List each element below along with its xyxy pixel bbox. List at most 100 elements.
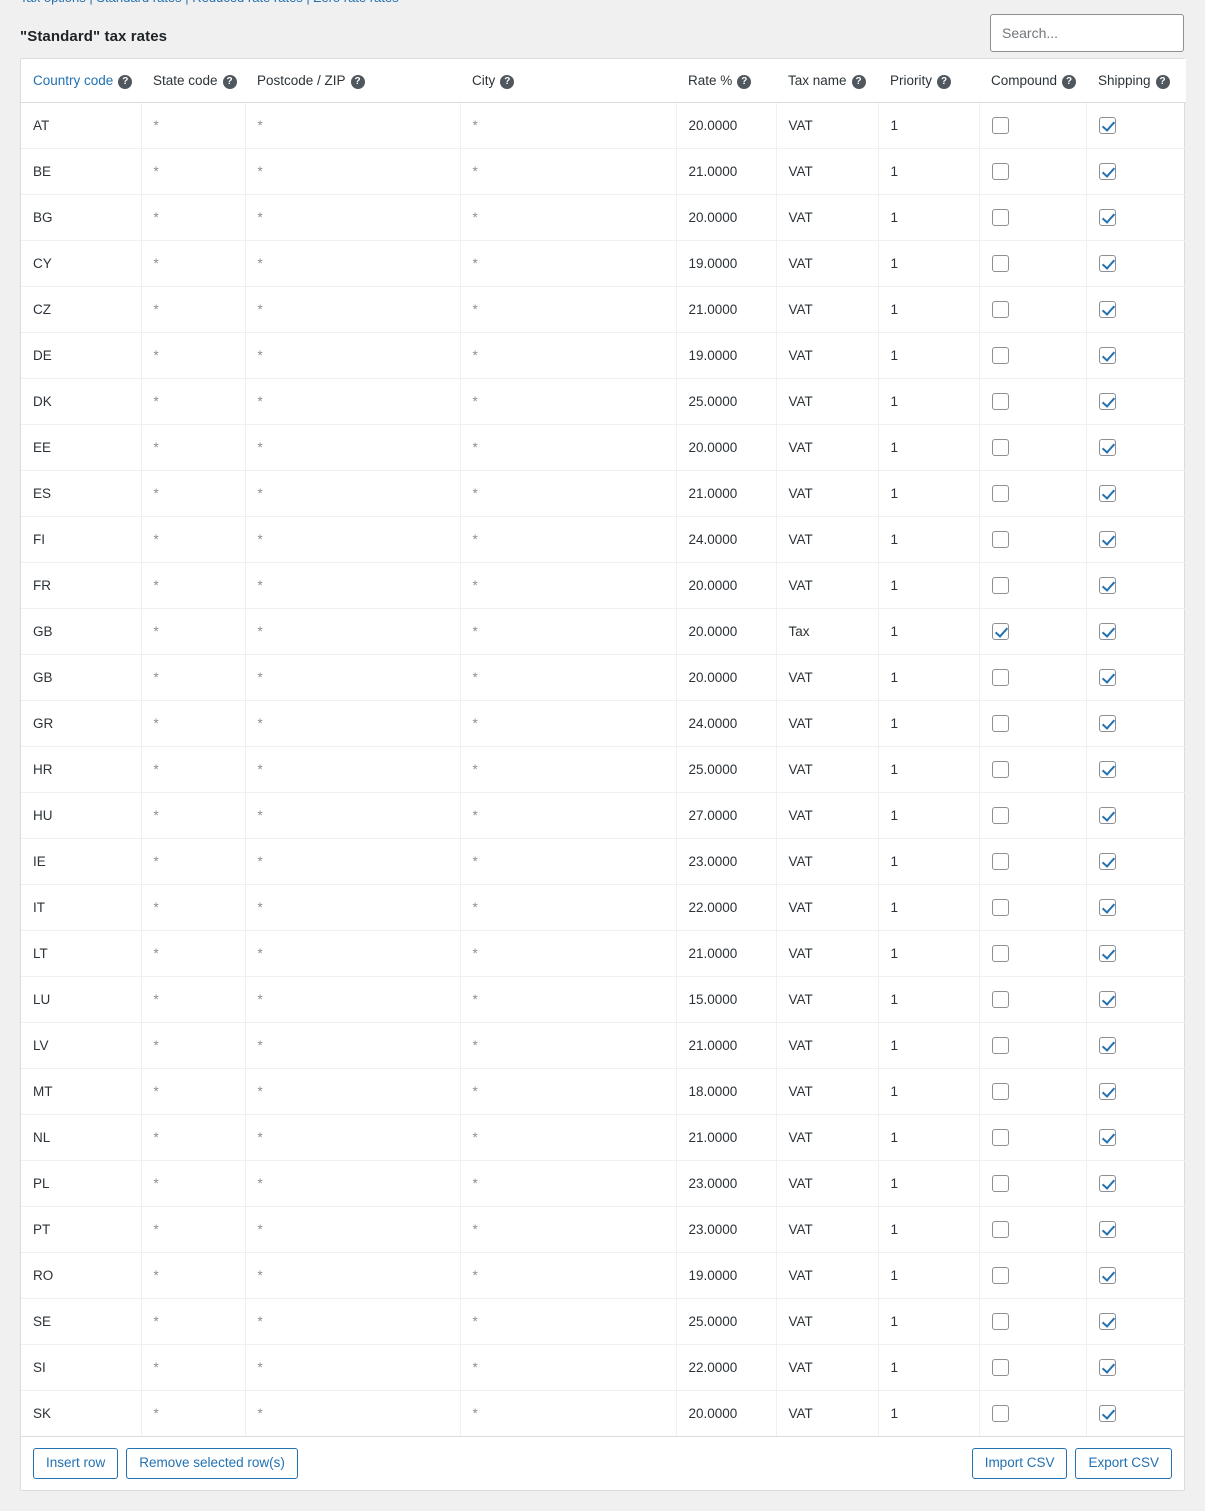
cell-postcode[interactable]: * [245,976,461,1023]
cell-city[interactable]: * [460,516,677,563]
cell-tax-name[interactable]: VAT [776,884,879,931]
cell-rate[interactable]: 24.0000 [676,700,777,747]
shipping-checkbox[interactable] [1098,485,1116,502]
cell-postcode[interactable]: * [245,1022,461,1069]
help-icon-priority[interactable]: ? [937,75,952,89]
cell-country-code[interactable]: SK [21,1390,142,1436]
cell-compound[interactable] [979,700,1087,747]
cell-compound[interactable] [979,1160,1087,1207]
cell-country-code[interactable]: PL [21,1160,142,1207]
cell-shipping[interactable] [1086,654,1186,701]
cell-tax-name[interactable]: VAT [776,792,879,839]
cell-rate[interactable]: 25.0000 [676,378,777,425]
cell-country-code[interactable]: IE [21,838,142,885]
cell-state-code[interactable]: * [141,148,246,195]
cell-shipping[interactable] [1086,1206,1186,1253]
cell-priority[interactable]: 1 [878,746,980,793]
cell-rate[interactable]: 24.0000 [676,516,777,563]
cell-tax-name[interactable]: VAT [776,194,879,241]
cell-state-code[interactable]: * [141,976,246,1023]
cell-tax-name[interactable]: VAT [776,378,879,425]
cell-postcode[interactable]: * [245,930,461,977]
cell-city[interactable]: * [460,1114,677,1161]
cell-postcode[interactable]: * [245,1390,461,1436]
cell-compound[interactable] [979,654,1087,701]
shipping-checkbox[interactable] [1098,1359,1116,1376]
cell-rate[interactable]: 21.0000 [676,286,777,333]
cell-shipping[interactable] [1086,700,1186,747]
cell-compound[interactable] [979,424,1087,471]
cell-country-code[interactable]: LU [21,976,142,1023]
cell-country-code[interactable]: BE [21,148,142,195]
cell-rate[interactable]: 20.0000 [676,194,777,241]
shipping-checkbox[interactable] [1098,577,1116,594]
shipping-checkbox[interactable] [1098,945,1116,962]
cell-city[interactable]: * [460,148,677,195]
compound-checkbox[interactable] [991,209,1009,226]
cell-city[interactable]: * [460,1252,677,1299]
cell-rate[interactable]: 15.0000 [676,976,777,1023]
cell-postcode[interactable]: * [245,1206,461,1253]
cell-state-code[interactable]: * [141,792,246,839]
cell-city[interactable]: * [460,1160,677,1207]
cell-city[interactable]: * [460,930,677,977]
cell-priority[interactable]: 1 [878,976,980,1023]
cell-shipping[interactable] [1086,1022,1186,1069]
cell-tax-name[interactable]: VAT [776,1252,879,1299]
cell-shipping[interactable] [1086,746,1186,793]
cell-compound[interactable] [979,1114,1087,1161]
cell-city[interactable]: * [460,1206,677,1253]
cell-priority[interactable]: 1 [878,424,980,471]
cell-country-code[interactable]: SE [21,1298,142,1345]
cell-postcode[interactable]: * [245,654,461,701]
cell-state-code[interactable]: * [141,102,246,149]
cell-state-code[interactable]: * [141,1022,246,1069]
cell-priority[interactable]: 1 [878,332,980,379]
cell-priority[interactable]: 1 [878,884,980,931]
cell-postcode[interactable]: * [245,608,461,655]
cell-city[interactable]: * [460,378,677,425]
cell-rate[interactable]: 21.0000 [676,148,777,195]
cell-postcode[interactable]: * [245,838,461,885]
cell-priority[interactable]: 1 [878,1160,980,1207]
cell-compound[interactable] [979,976,1087,1023]
shipping-checkbox[interactable] [1098,347,1116,364]
compound-checkbox[interactable] [991,899,1009,916]
cell-postcode[interactable]: * [245,470,461,517]
cell-rate[interactable]: 21.0000 [676,930,777,977]
cell-country-code[interactable]: DE [21,332,142,379]
cell-state-code[interactable]: * [141,194,246,241]
cell-country-code[interactable]: HR [21,746,142,793]
cell-postcode[interactable]: * [245,746,461,793]
cell-shipping[interactable] [1086,792,1186,839]
cell-city[interactable]: * [460,194,677,241]
compound-checkbox[interactable] [991,1037,1009,1054]
column-header-country-code-label[interactable]: Country code [33,73,113,88]
cell-shipping[interactable] [1086,608,1186,655]
cell-postcode[interactable]: * [245,194,461,241]
compound-checkbox[interactable] [991,715,1009,732]
cell-tax-name[interactable]: VAT [776,1114,879,1161]
cell-city[interactable]: * [460,1022,677,1069]
cell-priority[interactable]: 1 [878,470,980,517]
shipping-checkbox[interactable] [1098,1037,1116,1054]
cell-postcode[interactable]: * [245,884,461,931]
cell-tax-name[interactable]: VAT [776,700,879,747]
cell-postcode[interactable]: * [245,516,461,563]
cell-state-code[interactable]: * [141,1114,246,1161]
cell-compound[interactable] [979,378,1087,425]
cell-country-code[interactable]: MT [21,1068,142,1115]
cell-tax-name[interactable]: VAT [776,1298,879,1345]
cell-postcode[interactable]: * [245,240,461,287]
cell-priority[interactable]: 1 [878,1114,980,1161]
cell-tax-name[interactable]: VAT [776,1022,879,1069]
compound-checkbox[interactable] [991,1267,1009,1284]
cell-tax-name[interactable]: VAT [776,102,879,149]
shipping-checkbox[interactable] [1098,163,1116,180]
cell-tax-name[interactable]: VAT [776,976,879,1023]
compound-checkbox[interactable] [991,623,1009,640]
shipping-checkbox[interactable] [1098,531,1116,548]
shipping-checkbox[interactable] [1098,1267,1116,1284]
shipping-checkbox[interactable] [1098,899,1116,916]
cell-state-code[interactable]: * [141,608,246,655]
